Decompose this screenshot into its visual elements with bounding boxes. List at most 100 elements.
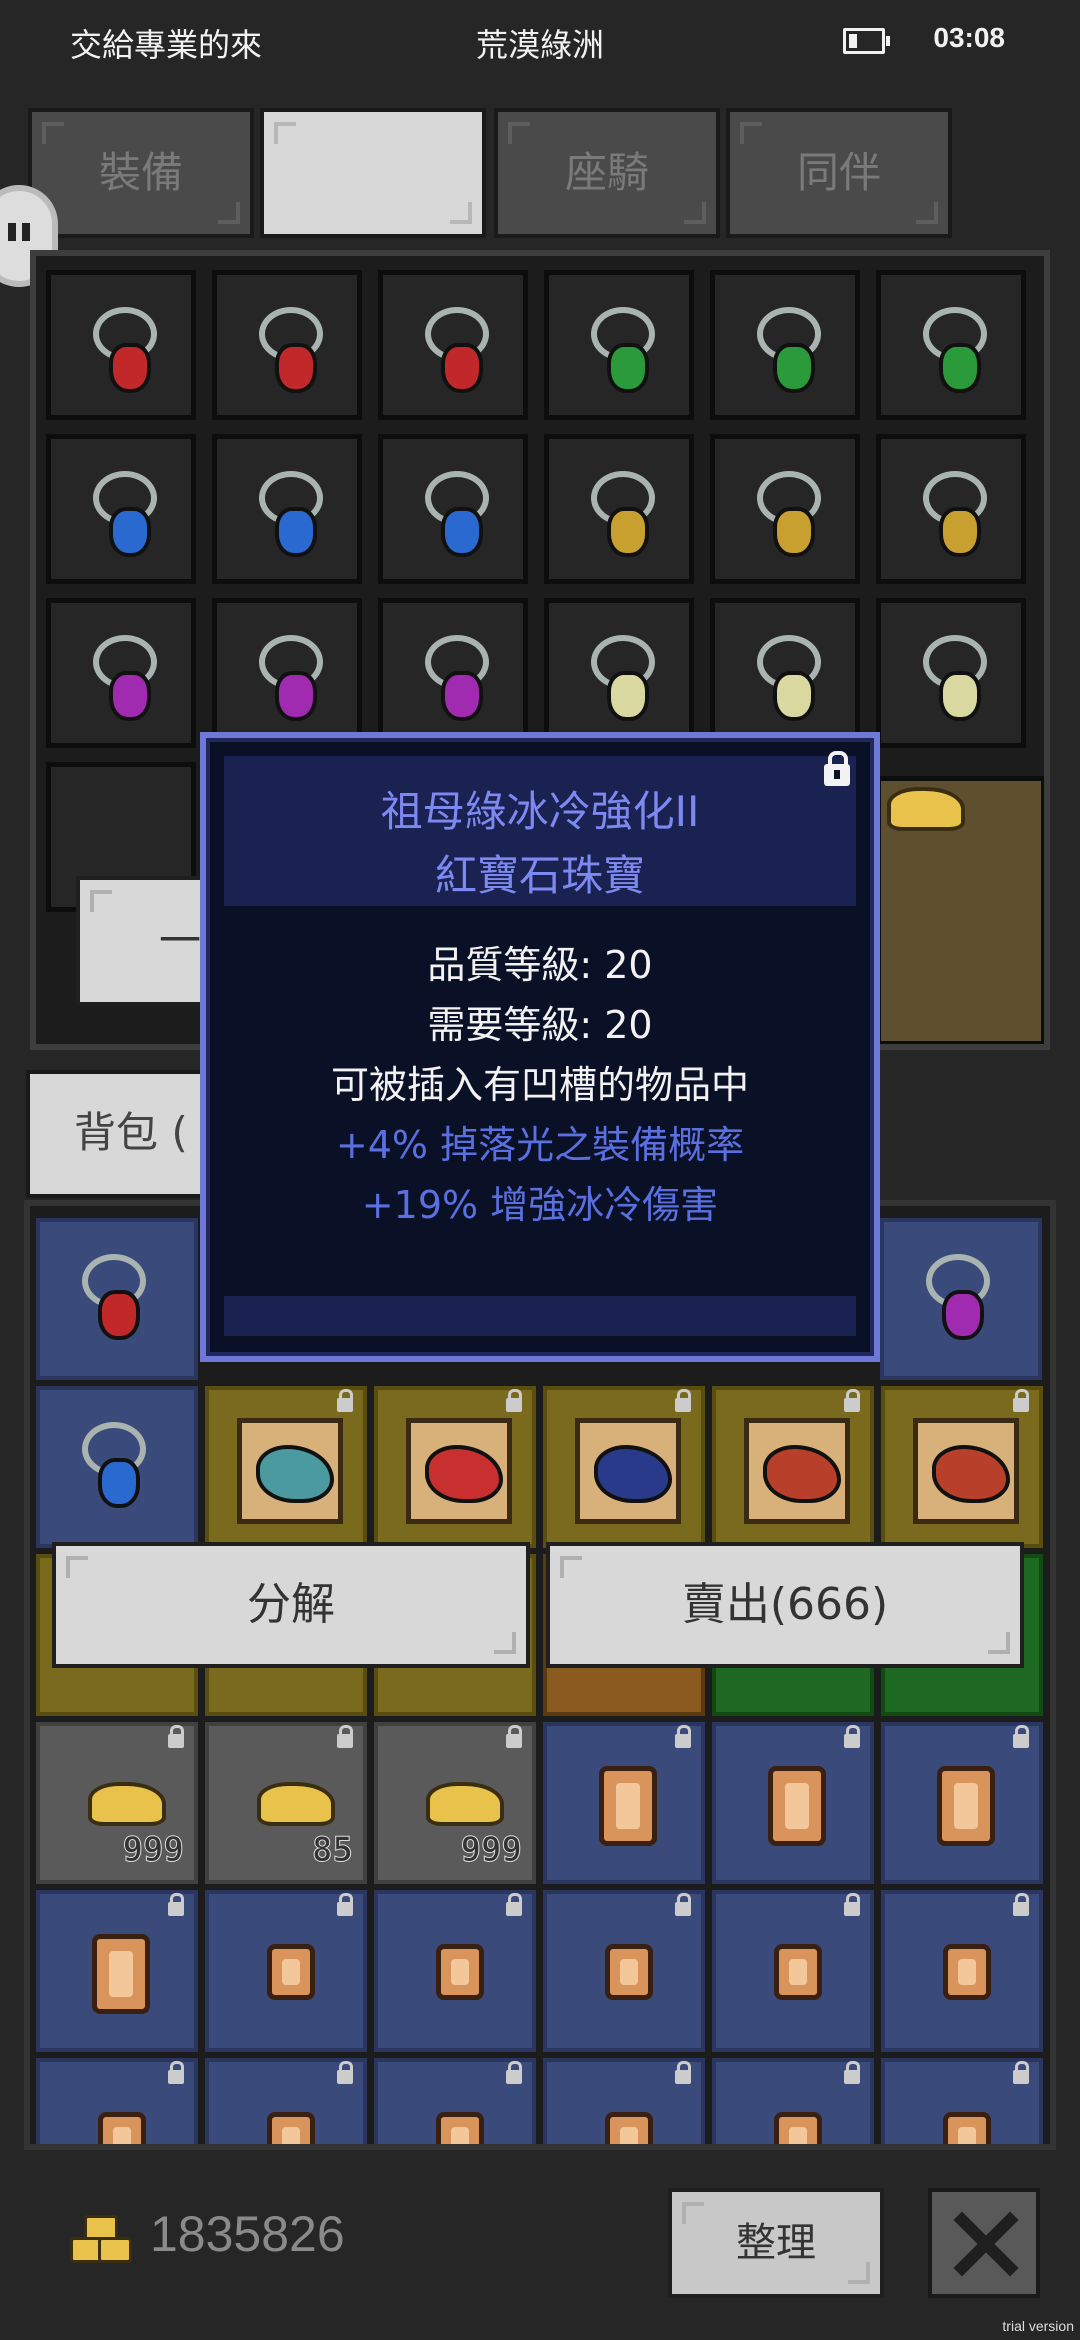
jewel-slot[interactable] [378,270,528,420]
bag-slot[interactable]: 999 [374,1722,536,1884]
bag-slot[interactable] [881,1890,1043,2052]
jewel-slot[interactable] [212,598,362,748]
socket-note: 可被插入有凹槽的物品中 [330,1063,749,1107]
lock-icon [506,1725,522,1748]
lock-icon [337,2061,353,2084]
item-quantity: 999 [122,1830,184,1871]
jewel-slot[interactable] [710,270,860,420]
tab-companion[interactable]: 同伴 [726,108,952,238]
small-scroll-icon [605,1944,653,2000]
jewel-icon [413,469,503,559]
bag-slot[interactable] [374,1890,536,2052]
tab-equipment[interactable]: 裝備 [28,108,254,238]
small-scroll-icon [436,1944,484,2000]
jewel-slot[interactable] [710,434,860,584]
bag-slot[interactable] [881,1386,1043,1548]
lock-icon [675,1893,691,1916]
close-icon[interactable] [928,2188,1040,2298]
bag-slot[interactable] [712,1890,874,2052]
jewel-slot[interactable] [544,598,694,748]
jewel-icon [247,469,337,559]
sort-button[interactable]: 整理 [668,2188,884,2298]
blue-jewel-icon [70,1420,160,1510]
bag-slot[interactable] [36,1218,198,1380]
bag-slot[interactable] [880,1218,1042,1380]
item-tooltip: 祖母綠冰冷強化II 紅寶石珠寶 品質等級: 20 需要等級: 20 可被插入有凹… [200,732,880,1362]
jewel-slot[interactable] [876,270,1026,420]
status-bar: 交給專業的來 荒漠綠洲 03:08 [0,0,1080,88]
bag-slot[interactable] [881,1722,1043,1884]
jewel-slot[interactable] [378,598,528,748]
lock-icon [1013,2061,1029,2084]
jewel-slot[interactable] [876,598,1026,748]
bag-slot[interactable] [712,2058,874,2144]
gold-coins-icon [70,2215,132,2265]
bag-slot[interactable] [374,2058,536,2144]
jewel-slot[interactable] [876,434,1026,584]
lock-icon [168,1725,184,1748]
bag-slot[interactable] [543,1386,705,1548]
lock-icon [844,1725,860,1748]
lock-icon [1013,1725,1029,1748]
bag-slot[interactable] [36,1890,198,2052]
bag-slot[interactable]: 85 [205,1722,367,1884]
small-scroll-icon [774,2112,822,2144]
grid-cell[interactable] [876,776,1044,1044]
jewel-icon [81,633,171,723]
trial-version-label: trial version [1002,2318,1074,2334]
jewel-slot[interactable] [544,270,694,420]
sell-button[interactable]: 賣出(666) [546,1542,1024,1668]
lock-icon [337,1389,353,1412]
creature-card-icon [406,1418,512,1524]
jewel-icon [911,633,1001,723]
bag-slot[interactable] [543,1722,705,1884]
bag-slot[interactable]: 999 [36,1722,198,1884]
jewel-icon [81,305,171,395]
jewel-icon [247,633,337,723]
jewel-slot[interactable] [710,598,860,748]
tab-label: 同伴 [796,148,881,197]
small-scroll-icon [943,1944,991,2000]
bag-slot[interactable] [36,2058,198,2144]
bonus-line: +4% 掉落光之裝備概率 [335,1123,745,1167]
gold-ore-icon [420,1776,504,1826]
app-title: 荒漠綠洲 [475,26,604,64]
lock-icon [1013,1389,1029,1412]
lock-icon [168,2061,184,2084]
jewel-slot[interactable] [378,434,528,584]
jewel-icon [579,469,669,559]
bag-slot[interactable] [543,2058,705,2144]
bag-slot[interactable] [543,1890,705,2052]
small-scroll-icon [267,1944,315,2000]
jewel-slot[interactable] [212,270,362,420]
lock-icon [337,1893,353,1916]
jewel-slot[interactable] [212,434,362,584]
lock-icon [506,1893,522,1916]
bag-slot[interactable] [205,1386,367,1548]
lock-icon [337,1725,353,1748]
bag-slot[interactable] [205,2058,367,2144]
bag-slot[interactable] [881,2058,1043,2144]
bag-slot[interactable] [712,1722,874,1884]
tab-jewels[interactable] [260,108,486,238]
bag-slot[interactable] [712,1386,874,1548]
tab-label: 裝備 [98,148,183,197]
scroll-icon [92,1934,150,2014]
jewel-slot[interactable] [46,598,196,748]
jewel-slot[interactable] [544,434,694,584]
bag-slot[interactable] [36,1386,198,1548]
red-jewel-icon [70,1252,160,1342]
disassemble-button[interactable]: 分解 [52,1542,530,1668]
scroll-icon [768,1766,826,1846]
bag-slot[interactable] [205,1890,367,2052]
bag-slot[interactable] [374,1386,536,1548]
tab-label: 座騎 [564,148,649,197]
lock-icon [675,2061,691,2084]
required-level: 需要等級: 20 [427,1003,653,1047]
jewel-icon [81,469,171,559]
gold-ore-icon [251,1776,335,1826]
small-scroll-icon [774,1944,822,2000]
jewel-slot[interactable] [46,434,196,584]
jewel-slot[interactable] [46,270,196,420]
tab-mount[interactable]: 座騎 [494,108,720,238]
